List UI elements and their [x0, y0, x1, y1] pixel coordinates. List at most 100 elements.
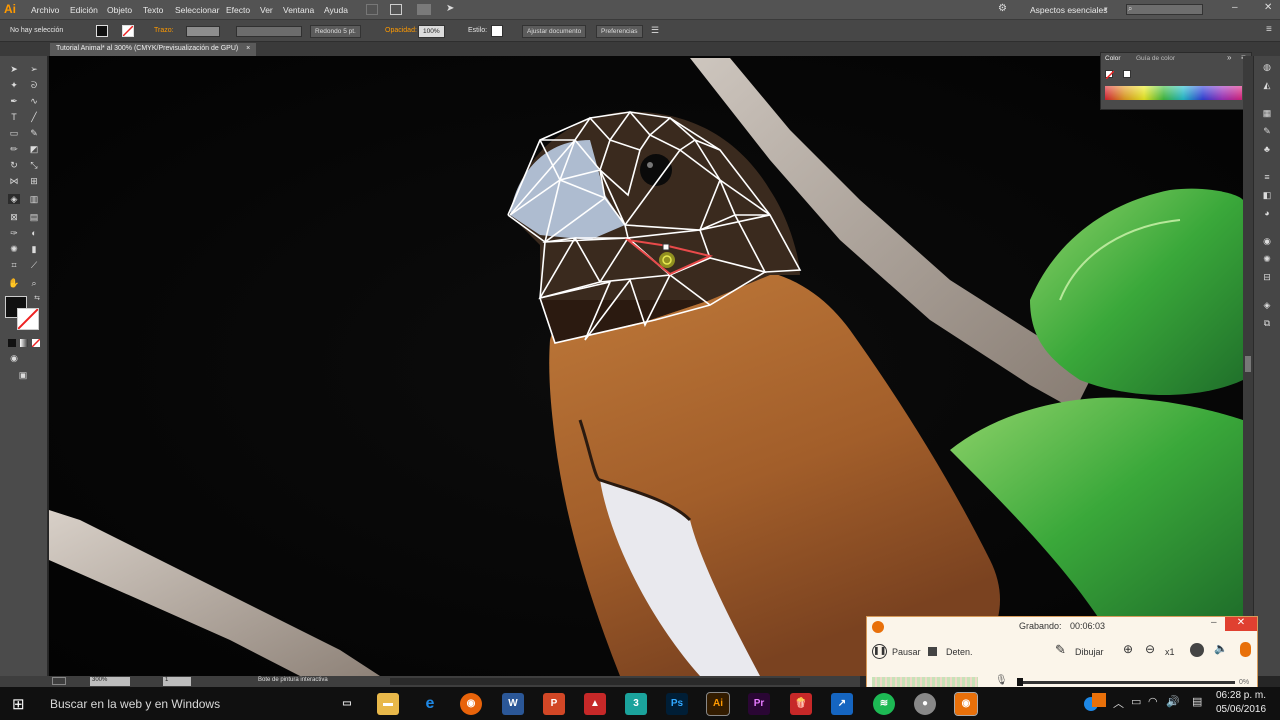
mesh-tool-icon[interactable]: ⊠	[8, 212, 20, 222]
fill-swatch[interactable]	[96, 25, 108, 37]
photoshop-icon[interactable]: Ps	[666, 693, 688, 715]
artboard-canvas[interactable]	[49, 56, 1243, 676]
draw-button[interactable]: Dibujar	[1075, 647, 1104, 657]
pen-tool-icon[interactable]: ✒	[8, 96, 20, 106]
close-window-button[interactable]: ✕	[1264, 2, 1272, 13]
screen-mode-icon[interactable]: ▣	[17, 370, 29, 380]
zoom-out-icon[interactable]: ⊖	[1145, 642, 1155, 656]
menu-objeto[interactable]: Objeto	[107, 5, 132, 15]
white-swatch[interactable]	[1123, 70, 1131, 78]
gradient-mode-icon[interactable]	[20, 339, 28, 347]
line-tool-icon[interactable]: ╱	[28, 112, 40, 122]
live-paint-bucket-tool-icon[interactable]: ◈	[8, 194, 20, 204]
slice-tool-icon[interactable]: ⟋	[28, 260, 40, 270]
swatches-panel-icon[interactable]: ▦	[1261, 108, 1273, 118]
layers-panel-icon[interactable]: ◈	[1261, 300, 1273, 310]
magic-wand-tool-icon[interactable]: ✦	[8, 80, 20, 90]
color-panel-icon[interactable]: ◉	[1261, 236, 1273, 246]
recorder-taskbar-icon[interactable]: ◉	[954, 692, 978, 716]
premiere-icon[interactable]: Pr	[748, 693, 770, 715]
tab-color[interactable]: Color	[1105, 55, 1121, 62]
minimize-recorder-button[interactable]: –	[1211, 617, 1217, 628]
none-swatch[interactable]	[1105, 70, 1114, 79]
taskbar-time[interactable]: 06:28 p. m.	[1216, 690, 1266, 701]
zoom-tool-icon[interactable]: ⌕	[28, 278, 40, 288]
3d-app-icon[interactable]: 3	[625, 693, 647, 715]
color-spectrum[interactable]	[1105, 86, 1242, 100]
eraser-tool-icon[interactable]: ◩	[28, 144, 40, 154]
app-arrow-icon[interactable]: ↗	[831, 693, 853, 715]
stop-button[interactable]: Deten.	[946, 647, 973, 657]
column-graph-tool-icon[interactable]: ▮	[28, 244, 40, 254]
windows-start-icon[interactable]: ⊞	[12, 695, 25, 713]
taskbar-date[interactable]: 05/06/2016	[1216, 704, 1266, 715]
scrollbar-thumb[interactable]	[1245, 356, 1251, 372]
arrange-icon[interactable]: ☰	[651, 25, 659, 36]
stock-icon[interactable]	[390, 4, 402, 15]
powerpoint-icon[interactable]: P	[543, 693, 565, 715]
menu-ventana[interactable]: Ventana	[283, 5, 314, 15]
gradient-tool-icon[interactable]: ▤	[28, 212, 40, 222]
paintbrush-tool-icon[interactable]: ✎	[28, 128, 40, 138]
rectangle-tool-icon[interactable]: ▭	[8, 128, 20, 138]
type-tool-icon[interactable]: T	[8, 112, 20, 122]
webcam-icon[interactable]	[1190, 643, 1204, 657]
disc-app-icon[interactable]: ●	[914, 693, 936, 715]
image-trace-icon[interactable]: ✺	[1261, 254, 1273, 264]
brushes-panel-icon[interactable]: ✎	[1261, 126, 1273, 136]
acrobat-icon[interactable]: ▲	[584, 693, 606, 715]
recorder-tray-icon[interactable]	[1092, 693, 1106, 707]
menu-seleccionar[interactable]: Seleccionar	[175, 5, 219, 15]
microphone-icon[interactable]	[1240, 642, 1251, 657]
hand-tool-icon[interactable]: ✋	[8, 278, 20, 288]
panel-menu-icon[interactable]: ≡	[1266, 24, 1272, 35]
stroke-swatch[interactable]	[122, 25, 134, 37]
scale-tool-icon[interactable]: ⤡	[28, 160, 40, 170]
graphic-styles-panel-icon[interactable]: ◭	[1261, 80, 1273, 90]
stroke-panel-icon[interactable]: ≡	[1261, 172, 1273, 182]
workspace-switcher[interactable]: Aspectos esenciales	[1030, 5, 1108, 15]
artboards-panel-icon[interactable]: ⧉	[1261, 318, 1273, 328]
zoom-toggle-icon[interactable]	[52, 677, 66, 685]
show-hidden-icons-chevron[interactable]: ︿	[1113, 695, 1124, 711]
word-icon[interactable]: W	[502, 693, 524, 715]
menu-archivo[interactable]: Archivo	[31, 5, 59, 15]
color-mode-icon[interactable]	[8, 339, 16, 347]
eyedropper-tool-icon[interactable]: ✑	[8, 228, 20, 238]
symbol-sprayer-tool-icon[interactable]: ✺	[8, 244, 20, 254]
pencil-icon[interactable]: ✎	[1055, 642, 1066, 658]
chevron-down-icon[interactable]: ▾	[1104, 5, 1108, 13]
pause-icon[interactable]: ❚❚	[872, 644, 887, 659]
rotate-tool-icon[interactable]: ↻	[8, 160, 20, 170]
opacity-input[interactable]: 100%	[418, 25, 445, 38]
taskbar-search[interactable]: Buscar en la web y en Windows	[50, 697, 220, 711]
send-icon[interactable]: ➤	[446, 3, 454, 14]
close-tab-button[interactable]: ×	[246, 45, 250, 52]
graphic-style-swatch[interactable]	[491, 25, 503, 37]
document-tab[interactable]: Tutorial Animal* al 300% (CMYK/Previsual…	[50, 43, 257, 56]
wifi-icon[interactable]: ◠	[1148, 695, 1158, 708]
volume-icon[interactable]: 🔊	[1166, 695, 1180, 708]
popcorn-app-icon[interactable]: 🍿	[790, 693, 812, 715]
stroke-color-box[interactable]	[17, 308, 39, 330]
current-tool-status[interactable]: Bote de pintura interactiva	[258, 677, 328, 683]
arrange-documents-icon[interactable]	[417, 4, 431, 15]
minimize-window-button[interactable]: –	[1232, 2, 1238, 13]
action-center-icon[interactable]: ▤	[1192, 695, 1202, 708]
graph-tool-icon[interactable]: ▥	[28, 194, 40, 204]
selection-tool-icon[interactable]: ➤	[8, 64, 20, 74]
edge-icon[interactable]: e	[419, 693, 441, 715]
collapse-panel-icon[interactable]: »	[1227, 53, 1231, 62]
artboard-tool-icon[interactable]: ⌗	[8, 260, 20, 270]
transparency-panel-icon[interactable]: ◕	[1261, 208, 1273, 218]
menu-ver[interactable]: Ver	[260, 5, 273, 15]
spotify-icon[interactable]: ≋	[873, 693, 895, 715]
vertical-scrollbar[interactable]	[1243, 56, 1253, 676]
battery-icon[interactable]: ▭	[1131, 695, 1141, 708]
pause-button[interactable]: Pausar	[892, 647, 921, 657]
symbols-panel-icon[interactable]: ♣	[1261, 144, 1273, 154]
menu-efecto[interactable]: Efecto	[226, 5, 250, 15]
sync-settings-icon[interactable]: ⚙	[998, 3, 1007, 14]
illustrator-taskbar-icon[interactable]: Ai	[706, 692, 730, 716]
curvature-tool-icon[interactable]: ∿	[28, 96, 40, 106]
